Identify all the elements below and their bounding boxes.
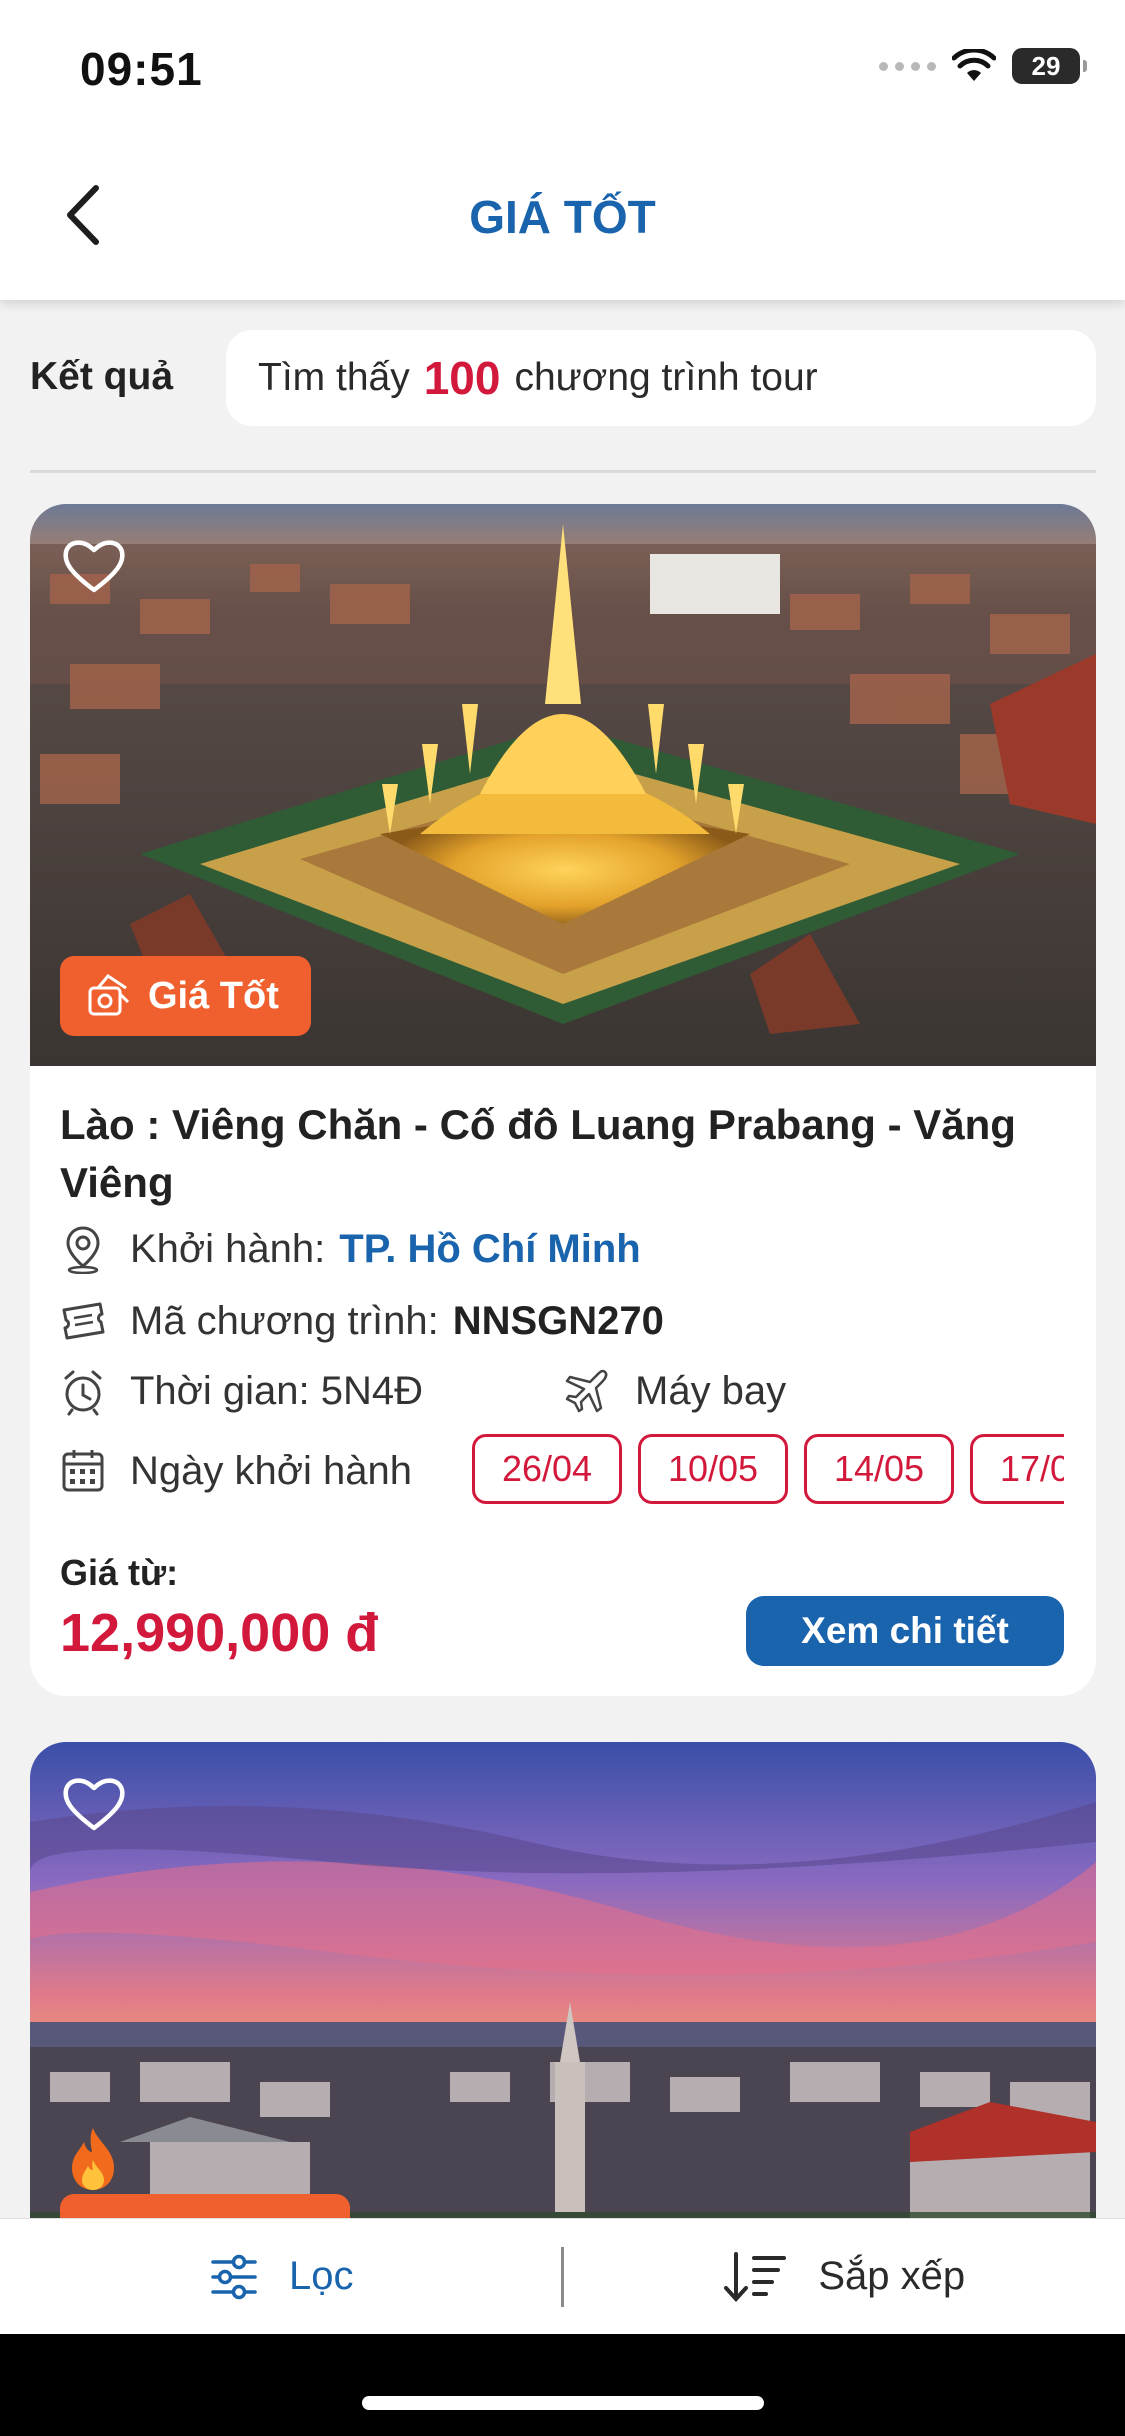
filter-label: Lọc xyxy=(289,2254,354,2298)
location-pin-icon xyxy=(66,1226,100,1274)
divider xyxy=(30,470,1096,473)
best-price-badge: Giá Tốt xyxy=(60,956,311,1036)
tour-code: NNSGN270 xyxy=(452,1298,664,1343)
view-details-button[interactable]: Xem chi tiết xyxy=(746,1596,1064,1666)
result-count: 100 xyxy=(423,352,501,404)
bottom-action-bar: Lọc Sắp xếp xyxy=(0,2218,1125,2334)
status-icons: 29 xyxy=(879,48,1087,84)
bottom-bar-separator xyxy=(561,2247,564,2307)
result-suffix: chương trình tour xyxy=(514,356,818,399)
page-title: GIÁ TỐT xyxy=(469,191,656,243)
tour-photo: Giá Tốt xyxy=(30,504,1096,1066)
alarm-clock-icon xyxy=(64,1370,102,1416)
dates-label: Ngày khởi hành xyxy=(130,1448,412,1493)
price-value: 12,990,000 đ xyxy=(60,1603,379,1663)
wifi-icon xyxy=(952,49,996,81)
result-prefix: Tìm thấy xyxy=(258,356,410,399)
tour-card[interactable]: Giá Tốt Lào : Viêng Chăn - Cố đô Luang P… xyxy=(30,504,1096,1696)
badge-label: Giá Tốt xyxy=(148,974,279,1017)
app-header: 09:51 29 GIÁ TỐT xyxy=(0,0,1125,300)
code-row: Mã chương trình: NNSGN270 xyxy=(60,1296,664,1346)
favorite-heart-icon[interactable] xyxy=(60,1772,128,1834)
calendar-icon xyxy=(62,1450,104,1492)
result-label: Kết quả xyxy=(30,355,174,398)
result-summary: Tìm thấy 100 chương trình tour xyxy=(226,330,1096,426)
date-chip[interactable]: 14/05 xyxy=(804,1434,954,1504)
dates-row: Ngày khởi hành xyxy=(60,1446,412,1496)
price-tag-icon xyxy=(88,974,130,1016)
battery-level: 29 xyxy=(1031,50,1061,81)
favorite-heart-icon[interactable] xyxy=(60,534,128,596)
fire-icon xyxy=(72,2128,114,2190)
price-label: Giá từ: xyxy=(60,1552,179,1593)
sort-button[interactable]: Sắp xếp xyxy=(563,2219,1125,2334)
sort-icon xyxy=(724,2251,787,2302)
home-indicator-area xyxy=(0,2334,1125,2436)
cellular-signal-icon xyxy=(879,61,936,71)
date-chip[interactable]: 10/05 xyxy=(638,1434,788,1504)
code-label: Mã chương trình: xyxy=(130,1298,439,1343)
status-time: 09:51 xyxy=(80,43,203,95)
sort-label: Sắp xếp xyxy=(818,2254,966,2298)
ticket-icon xyxy=(62,1302,105,1340)
date-chip[interactable]: 26/04 xyxy=(472,1434,622,1504)
departure-dates-scroller[interactable]: 26/04 10/05 14/05 17/05 xyxy=(472,1434,1064,1506)
battery-icon: 29 xyxy=(1012,48,1087,84)
tour-title[interactable]: Lào : Viêng Chăn - Cố đô Luang Prabang -… xyxy=(60,1096,1060,1212)
date-chip[interactable]: 17/05 xyxy=(970,1434,1064,1504)
departure-row: Khởi hành: TP. Hồ Chí Minh xyxy=(60,1224,641,1274)
departure-label: Khởi hành: xyxy=(130,1226,326,1271)
filter-button[interactable]: Lọc xyxy=(0,2219,563,2334)
duration-row: Thời gian: 5N4Đ xyxy=(60,1366,423,1416)
transport-text: Máy bay xyxy=(635,1368,787,1413)
duration-text: Thời gian: 5N4Đ xyxy=(130,1368,424,1413)
airplane-icon xyxy=(565,1369,608,1413)
filter-sliders-icon xyxy=(211,2254,257,2299)
transport-row: Máy bay xyxy=(565,1366,786,1416)
departure-city: TP. Hồ Chí Minh xyxy=(339,1226,641,1271)
home-indicator[interactable] xyxy=(362,2396,764,2410)
